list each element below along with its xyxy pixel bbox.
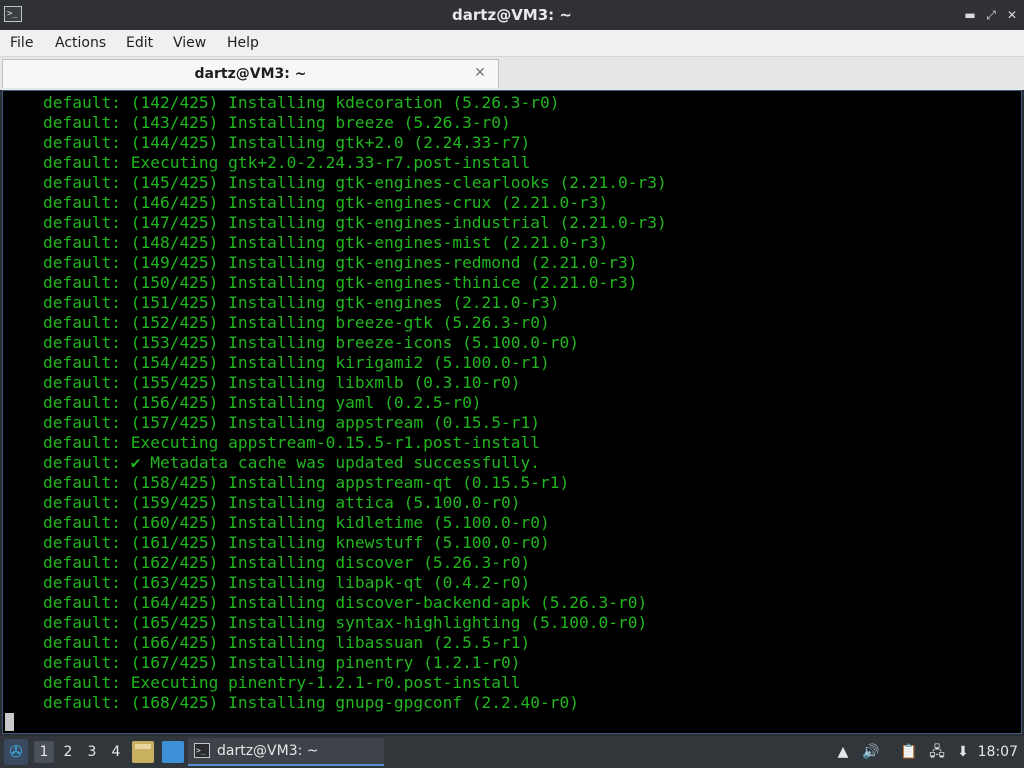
- terminal-line: default: ✔ Metadata cache was updated su…: [43, 453, 541, 472]
- file-manager-icon[interactable]: [132, 741, 154, 763]
- terminal-line: default: (164/425) Installing discover-b…: [43, 593, 648, 612]
- desktop-2-button[interactable]: 2: [58, 741, 78, 763]
- network-icon[interactable]: 🖧: [928, 742, 946, 762]
- terminal-line: default: (152/425) Installing breeze-gtk…: [43, 313, 550, 332]
- taskbar-terminal-button[interactable]: >_ dartz@VM3: ~: [188, 738, 384, 766]
- menu-view[interactable]: View: [173, 30, 206, 56]
- terminal-line: default: (163/425) Installing libapk-qt …: [43, 573, 531, 592]
- volume-icon[interactable]: 🔊: [862, 742, 880, 762]
- terminal-line: default: (144/425) Installing gtk+2.0 (2…: [43, 133, 531, 152]
- terminal-line: default: Executing appstream-0.15.5-r1.p…: [43, 433, 541, 452]
- terminal-line: default: Executing pinentry-1.2.1-r0.pos…: [43, 673, 521, 692]
- desktop-3-button[interactable]: 3: [82, 741, 102, 763]
- terminal-line: default: (148/425) Installing gtk-engine…: [43, 233, 609, 252]
- terminal-line: default: (162/425) Installing discover (…: [43, 553, 531, 572]
- lxqt-start-icon[interactable]: ✇: [4, 739, 28, 765]
- terminal-line: default: (145/425) Installing gtk-engine…: [43, 173, 667, 192]
- terminal-line: default: (154/425) Installing kirigami2 …: [43, 353, 550, 372]
- menu-file[interactable]: File: [10, 30, 33, 56]
- desktop-4-button[interactable]: 4: [106, 741, 126, 763]
- terminal-output[interactable]: default: (142/425) Installing kdecoratio…: [2, 90, 1022, 734]
- terminal-line: default: (149/425) Installing gtk-engine…: [43, 253, 638, 272]
- maximize-button[interactable]: ⤢: [983, 7, 999, 23]
- menu-bar: File Actions Edit View Help: [0, 30, 1024, 57]
- terminal-line: default: (167/425) Installing pinentry (…: [43, 653, 521, 672]
- terminal-line: default: (146/425) Installing gtk-engine…: [43, 193, 609, 212]
- tab-close-icon[interactable]: ✕: [472, 64, 488, 82]
- tab-terminal[interactable]: dartz@VM3: ~ ✕: [2, 59, 499, 88]
- close-button[interactable]: ✕: [1004, 7, 1020, 23]
- terminal-lines: default: (142/425) Installing kdecoratio…: [43, 93, 667, 713]
- terminal-cursor: [5, 713, 14, 731]
- terminal-line: default: (159/425) Installing attica (5.…: [43, 493, 521, 512]
- window-title: dartz@VM3: ~: [452, 6, 572, 24]
- terminal-line: default: (165/425) Installing syntax-hig…: [43, 613, 648, 632]
- update-notifier-icon[interactable]: ⬇: [954, 742, 972, 762]
- clock[interactable]: 18:07: [978, 736, 1018, 768]
- menu-help[interactable]: Help: [227, 30, 259, 56]
- terminal-icon: >_: [194, 743, 210, 758]
- window-titlebar[interactable]: >_ dartz@VM3: ~ ▬ ⤢ ✕: [0, 0, 1024, 30]
- terminal-line: default: (155/425) Installing libxmlb (0…: [43, 373, 521, 392]
- terminal-line: default: (161/425) Installing knewstuff …: [43, 533, 550, 552]
- menu-edit[interactable]: Edit: [126, 30, 153, 56]
- tab-label: dartz@VM3: ~: [194, 66, 307, 82]
- terminal-line: default: (153/425) Installing breeze-ico…: [43, 333, 580, 352]
- terminal-line: default: (166/425) Installing libassuan …: [43, 633, 531, 652]
- terminal-line: default: (156/425) Installing yaml (0.2.…: [43, 393, 482, 412]
- terminal-line: default: (147/425) Installing gtk-engine…: [43, 213, 667, 232]
- terminal-line: default: (150/425) Installing gtk-engine…: [43, 273, 638, 292]
- terminal-line: default: Executing gtk+2.0-2.24.33-r7.po…: [43, 153, 531, 172]
- taskbar: ✇ 1 2 3 4 >_ dartz@VM3: ~ ▲ 🔊 📋 🖧 ⬇ 18:0…: [0, 736, 1024, 768]
- taskbar-task-label: dartz@VM3: ~: [217, 743, 319, 759]
- terminal-line: default: (143/425) Installing breeze (5.…: [43, 113, 511, 132]
- tab-bar: dartz@VM3: ~ ✕: [0, 57, 1024, 90]
- terminal-line: default: (168/425) Installing gnupg-gpgc…: [43, 693, 580, 712]
- terminal-line: default: (157/425) Installing appstream …: [43, 413, 541, 432]
- terminal-line: default: (151/425) Installing gtk-engine…: [43, 293, 560, 312]
- desktop-1-button[interactable]: 1: [34, 741, 54, 763]
- minimize-button[interactable]: ▬: [962, 7, 978, 23]
- removable-media-icon[interactable]: ▲: [834, 742, 852, 762]
- terminal-line: default: (160/425) Installing kidletime …: [43, 513, 550, 532]
- show-desktop-icon[interactable]: [162, 741, 184, 763]
- menu-actions[interactable]: Actions: [55, 30, 106, 56]
- terminal-line: default: (158/425) Installing appstream-…: [43, 473, 570, 492]
- clipboard-icon[interactable]: 📋: [900, 742, 918, 762]
- terminal-line: default: (142/425) Installing kdecoratio…: [43, 93, 560, 112]
